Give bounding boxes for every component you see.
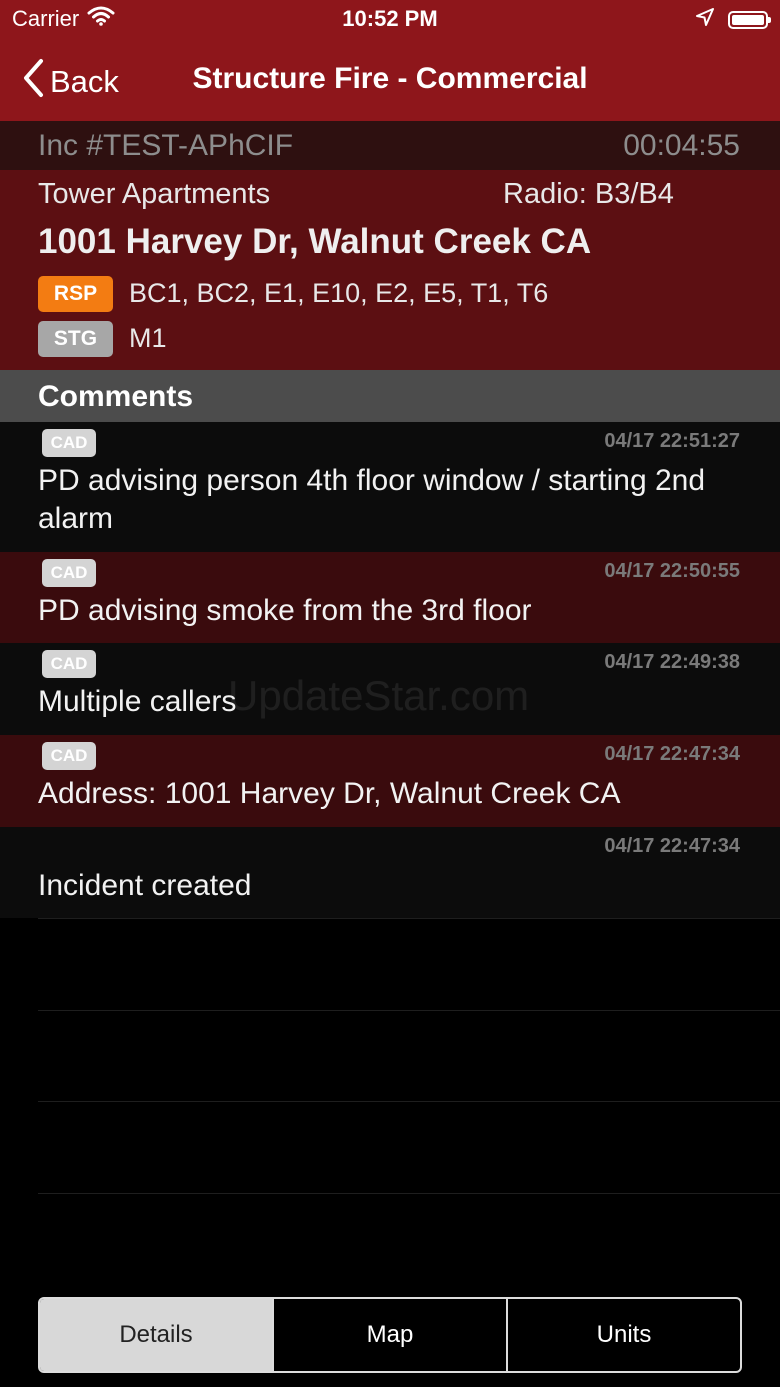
location-arrow-icon [696,8,714,31]
cad-badge: CAD [42,650,96,678]
tab-details[interactable]: Details [40,1299,274,1371]
comment-timestamp: 04/17 22:51:27 [604,430,740,452]
row-divider [38,1193,780,1194]
incident-info: Tower Apartments Radio: B3/B4 1001 Harve… [0,170,780,370]
watermark: UpdateStar.com [228,672,530,719]
incident-detail-screen: Carrier 10:52 PM Back Structure Fire - C… [0,0,780,1387]
view-segmented-control: Details Map Units [38,1297,742,1373]
status-time: 10:52 PM [342,6,438,31]
comment-text: Incident created [38,869,252,902]
elapsed-timer: 00:04:55 [623,129,740,162]
tab-units[interactable]: Units [508,1299,740,1371]
row-divider [38,1101,780,1102]
comment-timestamp: 04/17 22:49:38 [604,651,740,673]
staging-units: M1 [129,323,167,353]
comment-row[interactable]: CAD 04/17 22:51:27 PD advising person 4t… [0,422,780,552]
responding-badge: RSP [38,276,113,312]
incident-number: Inc #TEST-APhCIF [38,129,294,162]
comment-row[interactable]: CAD 04/17 22:50:55 PD advising smoke fro… [0,552,780,643]
comment-text: PD advising person 4th floor window / st… [38,464,706,535]
comment-timestamp: 04/17 22:50:55 [604,560,740,582]
comment-row[interactable]: CAD 04/17 22:47:34 Address: 1001 Harvey … [0,735,780,827]
incident-address: 1001 Harvey Dr, Walnut Creek CA [38,222,592,261]
comments-title: Comments [38,380,194,413]
cad-badge: CAD [42,742,96,770]
comment-text: Address: 1001 Harvey Dr, Walnut Creek CA [38,777,621,810]
incident-number-row: Inc #TEST-APhCIF 00:04:55 [0,121,780,170]
comment-text: PD advising smoke from the 3rd floor [38,594,532,627]
battery-icon [728,10,771,29]
comment-row[interactable]: 04/17 22:47:34 Incident created [0,827,780,918]
radio-channel: Radio: B3/B4 [503,178,674,210]
row-divider [38,1010,780,1011]
top-bar: Carrier 10:52 PM Back Structure Fire - C… [0,0,780,121]
navigation-bar: Back Structure Fire - Commercial [0,40,780,121]
row-divider [38,918,780,919]
cad-badge: CAD [42,559,96,587]
comment-timestamp: 04/17 22:47:34 [604,743,740,765]
status-bar: Carrier 10:52 PM [0,0,780,40]
incident-place: Tower Apartments [38,178,271,210]
comment-timestamp: 04/17 22:47:34 [604,835,740,857]
responding-units: BC1, BC2, E1, E10, E2, E5, T1, T6 [129,278,549,308]
tab-map[interactable]: Map [274,1299,508,1371]
page-title: Structure Fire - Commercial [192,62,588,95]
status-right [696,8,771,31]
staging-badge: STG [38,321,113,357]
comments-header: Comments [0,370,780,422]
cad-badge: CAD [42,429,96,457]
